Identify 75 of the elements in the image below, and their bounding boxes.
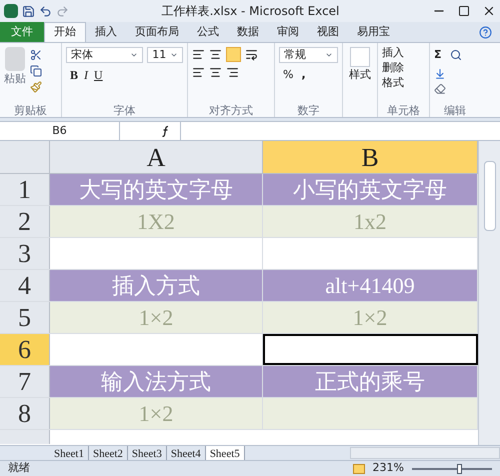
align-left-icon[interactable] xyxy=(192,66,205,79)
ribbon-tab[interactable]: 数据 xyxy=(228,22,268,42)
table-cell: 正式的乘号 xyxy=(263,366,478,397)
ribbon-tab[interactable]: 公式 xyxy=(188,22,228,42)
eraser-icon[interactable] xyxy=(434,83,446,95)
sum-button[interactable]: Σ xyxy=(434,47,442,64)
table-cell: 大写的英文字母 xyxy=(50,174,263,205)
table-cell: alt+41409 xyxy=(263,270,478,301)
table-cell: 插入方式 xyxy=(50,270,263,301)
row-header[interactable]: 4 xyxy=(0,270,50,301)
table-cell: 1×2 xyxy=(263,302,478,333)
align-center-icon[interactable] xyxy=(209,66,222,79)
row-header[interactable]: 8 xyxy=(0,398,50,429)
delete-button[interactable]: 删除 xyxy=(382,60,425,75)
font-name-field[interactable]: 宋体 xyxy=(66,47,144,63)
ribbon-tab[interactable]: 插入 xyxy=(86,22,126,42)
row-header[interactable]: 1 xyxy=(0,174,50,205)
paste-label[interactable]: 粘贴 xyxy=(4,71,26,88)
ribbon-tab[interactable]: 开始 xyxy=(44,22,86,42)
ribbon-tab[interactable]: 易用宝 xyxy=(348,22,399,42)
window-title: 工作样表.xlsx - Microsoft Excel xyxy=(162,4,340,18)
align-right-icon[interactable] xyxy=(226,66,239,79)
help-icon[interactable] xyxy=(479,26,492,39)
table-cell: 输入法方式 xyxy=(50,366,263,397)
caret-icon[interactable] xyxy=(170,51,178,59)
format-button[interactable]: 格式 xyxy=(382,75,425,90)
zoom-level[interactable]: 231% xyxy=(372,460,404,476)
italic-button[interactable]: I xyxy=(84,66,88,84)
font-size-field[interactable]: 11 xyxy=(147,47,183,63)
ribbon-tab[interactable]: 视图 xyxy=(308,22,348,42)
zoom-slider-thumb[interactable] xyxy=(457,464,462,474)
vertical-scrollbar[interactable] xyxy=(478,141,500,445)
cut-icon[interactable] xyxy=(30,49,42,61)
row-header[interactable]: 5 xyxy=(0,302,50,333)
undo-icon[interactable] xyxy=(39,4,52,18)
table-cell: 1×2 xyxy=(50,302,263,333)
group-label: 对齐方式 xyxy=(208,103,254,117)
row-header[interactable]: 6 xyxy=(0,334,50,365)
group-label: 单元格 xyxy=(386,103,421,117)
ribbon-tab[interactable]: 审阅 xyxy=(268,22,308,42)
brush-icon[interactable] xyxy=(30,81,42,93)
styles-button[interactable]: 样式 xyxy=(349,67,371,84)
column-header[interactable]: A xyxy=(50,141,263,173)
insert-button[interactable]: 插入 xyxy=(382,45,425,60)
row-header[interactable]: 3 xyxy=(0,238,50,269)
table-cell: 小写的英文字母 xyxy=(263,174,478,205)
bold-button[interactable]: B xyxy=(70,66,78,84)
copy-icon[interactable] xyxy=(30,65,42,77)
horizontal-scrollbar[interactable] xyxy=(350,447,500,459)
wrap-text-icon[interactable] xyxy=(245,48,258,61)
underline-button[interactable]: U xyxy=(94,66,103,84)
number-format-field[interactable]: 常规 xyxy=(279,47,338,63)
table-cell: 1x2 xyxy=(263,206,478,237)
percent-button[interactable]: % xyxy=(283,67,294,84)
group-label: 剪贴板 xyxy=(13,103,48,117)
sheet-tab[interactable]: Sheet5 xyxy=(206,446,245,460)
status-text: 就绪 xyxy=(8,460,30,476)
group-label: 数字 xyxy=(296,103,320,117)
table-cell: 1X2 xyxy=(50,206,263,237)
fill-icon[interactable] xyxy=(434,68,446,80)
close-icon[interactable] xyxy=(482,4,496,18)
file-tab[interactable]: 文件 xyxy=(0,22,44,42)
ribbon-tab[interactable]: 页面布局 xyxy=(126,22,188,42)
table-cell: 1×2 xyxy=(50,398,263,429)
save-icon[interactable] xyxy=(22,4,35,18)
caret-icon[interactable] xyxy=(325,51,333,59)
caret-icon[interactable] xyxy=(130,51,138,59)
group-label: 编辑 xyxy=(443,103,467,117)
find-icon[interactable] xyxy=(450,49,462,62)
group-label: 字体 xyxy=(112,103,136,117)
maximize-icon[interactable] xyxy=(458,5,470,17)
comma-button[interactable]: , xyxy=(301,67,306,84)
row-header[interactable]: 2 xyxy=(0,206,50,237)
column-header[interactable]: B xyxy=(263,141,478,173)
row-header[interactable]: 7 xyxy=(0,366,50,397)
